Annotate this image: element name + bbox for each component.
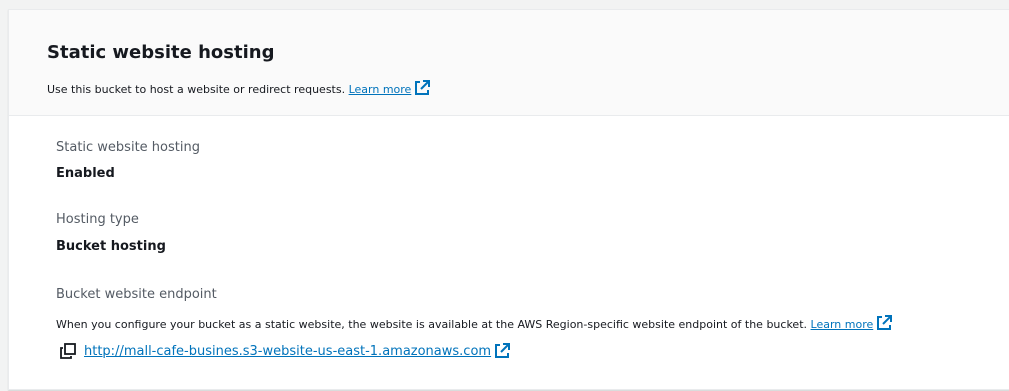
hosting-value: Enabled: [56, 166, 115, 181]
hosting-type-value: Bucket hosting: [56, 239, 166, 254]
endpoint-learn-more-label: Learn more: [810, 318, 874, 331]
panel-header: Static website hosting Use this bucket t…: [9, 10, 1009, 116]
copy-icon[interactable]: [60, 343, 76, 359]
hosting-label: Static website hosting: [56, 140, 200, 155]
endpoint-description: When you configure your bucket as a stat…: [56, 315, 893, 331]
static-website-hosting-panel: Static website hosting Use this bucket t…: [8, 9, 1009, 390]
endpoint-label: Bucket website endpoint: [56, 287, 217, 302]
panel-description: Use this bucket to host a website or red…: [47, 80, 431, 96]
header-learn-more-label: Learn more: [348, 83, 412, 96]
page: Static website hosting Use this bucket t…: [0, 0, 1009, 391]
endpoint-url-link[interactable]: http://mall-cafe-busines.s3-website-us-e…: [84, 344, 491, 359]
header-learn-more-link[interactable]: Learn more: [349, 83, 412, 96]
endpoint-description-text: When you configure your bucket as a stat…: [56, 318, 808, 331]
external-link-icon[interactable]: [494, 343, 511, 359]
external-link-icon[interactable]: [414, 80, 431, 96]
panel-description-text: Use this bucket to host a website or red…: [47, 83, 346, 96]
hosting-type-label: Hosting type: [56, 212, 139, 227]
endpoint-url: http://mall-cafe-busines.s3-website-us-e…: [84, 343, 492, 359]
endpoint-learn-more-link[interactable]: Learn more: [811, 318, 874, 331]
panel-title: Static website hosting: [47, 42, 275, 63]
endpoint-row: http://mall-cafe-busines.s3-website-us-e…: [60, 343, 511, 359]
external-link-icon[interactable]: [876, 315, 893, 331]
